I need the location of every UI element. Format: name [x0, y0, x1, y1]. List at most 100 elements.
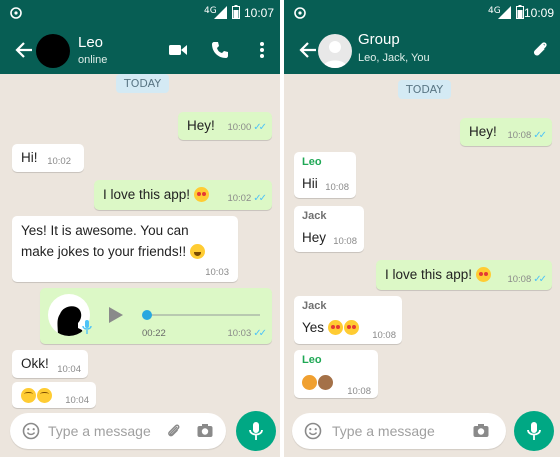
message-time: 10:00: [227, 122, 252, 133]
date-divider: TODAY: [116, 74, 170, 93]
phone-call-icon[interactable]: [210, 40, 230, 60]
smiling-emoji-icon: [21, 388, 36, 403]
voice-progress-thumb[interactable]: [142, 310, 152, 320]
mic-icon: [249, 422, 263, 440]
sender-name: Leo: [302, 156, 322, 168]
message-text-line1: Yes! It is awesome. You can: [21, 223, 189, 238]
chat-header: Leo online: [0, 26, 280, 74]
message-outgoing[interactable]: I love this app! 10:08 ✓✓: [376, 260, 552, 290]
voice-message[interactable]: 00:22 10:03 ✓✓: [40, 288, 272, 344]
read-ticks-icon: ✓✓: [253, 193, 267, 204]
message-incoming[interactable]: Jack Hey 10:08: [294, 206, 364, 252]
chat-header: Group Leo, Jack, You: [284, 26, 560, 74]
voice-progress-track[interactable]: [144, 314, 260, 316]
message-outgoing[interactable]: I love this app! 10:02 ✓✓: [94, 180, 272, 210]
play-icon[interactable]: [108, 306, 124, 324]
message-input-placeholder: Type a message: [48, 423, 151, 439]
group-avatar[interactable]: [318, 34, 352, 68]
message-text: Hey!: [187, 118, 215, 133]
mic-small-icon: [82, 320, 92, 334]
contact-avatar[interactable]: [36, 34, 70, 68]
status-time: 10:09: [523, 6, 554, 20]
message-text: Hi!: [21, 150, 38, 165]
left-phone-screen: 4G 10:07 Leo online TODAY Hey! 10:00 ✓✓ H…: [0, 0, 280, 457]
message-text: I love this app!: [103, 187, 191, 202]
message-input-placeholder: Type a message: [332, 423, 435, 439]
signal-icon: [214, 6, 227, 19]
message-outgoing[interactable]: Hey! 10:00 ✓✓: [178, 112, 272, 140]
read-ticks-icon: ✓✓: [533, 274, 547, 285]
message-time: 10:02: [47, 156, 71, 167]
message-incoming[interactable]: Leo Hii 10:08: [294, 152, 356, 198]
battery-icon: [232, 5, 240, 19]
message-input[interactable]: Type a message: [10, 413, 226, 449]
heart-eyes-emoji-icon: [193, 187, 209, 202]
read-ticks-icon: ✓✓: [533, 130, 547, 141]
paperclip-icon[interactable]: [530, 40, 550, 60]
message-text: Hey: [302, 230, 327, 245]
arrow-left-icon[interactable]: [298, 40, 318, 60]
message-incoming[interactable]: Leo 10:08: [294, 350, 378, 398]
message-time: 10:08: [325, 182, 349, 193]
message-text: Okk!: [21, 356, 49, 371]
message-time: 10:08: [507, 274, 532, 285]
emoji-icon[interactable]: [304, 422, 322, 440]
message-incoming[interactable]: Okk! 10:04: [12, 350, 88, 378]
message-time: 10:08: [333, 236, 357, 247]
voice-duration: 00:22: [142, 328, 166, 339]
video-call-icon[interactable]: [168, 40, 188, 60]
mic-button[interactable]: [514, 411, 554, 451]
emoji-icon[interactable]: [22, 422, 40, 440]
contact-status: online: [78, 54, 108, 66]
message-outgoing[interactable]: Hey! 10:08 ✓✓: [460, 118, 552, 146]
more-vert-icon[interactable]: [252, 40, 272, 60]
contact-name[interactable]: Leo: [78, 34, 103, 51]
arrow-left-icon[interactable]: [14, 40, 34, 60]
mic-icon: [527, 422, 541, 440]
message-text: Hey!: [469, 124, 497, 139]
battery-icon: [516, 5, 524, 19]
message-input[interactable]: Type a message: [292, 413, 506, 449]
composer: Type a message: [284, 405, 560, 457]
message-text-line2: make jokes to your friends!!: [21, 244, 187, 259]
person-silhouette-icon: [323, 41, 347, 68]
message-text: Yes: [302, 320, 325, 335]
group-name[interactable]: Group: [358, 31, 400, 48]
message-list[interactable]: TODAY Hey! 10:00 ✓✓ Hi! 10:02 I love this…: [0, 74, 280, 408]
heart-eyes-emoji-icon: [475, 267, 491, 282]
message-list[interactable]: TODAY Hey! 10:08 ✓✓ Leo Hii 10:08 Jack He…: [284, 74, 560, 405]
message-incoming[interactable]: Jack Yes 10:08: [294, 296, 402, 344]
message-text: I love this app!: [385, 267, 473, 282]
message-text: Hii: [302, 176, 318, 191]
right-phone-screen: 4G 10:09 Group Leo, Jack, You TODAY Hey!…: [284, 0, 560, 457]
status-time: 10:07: [243, 6, 274, 20]
sender-name: Leo: [302, 354, 322, 366]
message-time: 10:08: [372, 330, 396, 341]
sender-name: Jack: [302, 210, 327, 222]
message-time: 10:08: [347, 386, 371, 397]
message-time: 10:04: [57, 364, 81, 375]
date-divider: TODAY: [398, 80, 452, 99]
message-time: 10:08: [507, 130, 532, 141]
notification-icon: [10, 7, 22, 19]
camera-icon[interactable]: [196, 422, 214, 440]
message-incoming[interactable]: Hi! 10:02: [12, 144, 84, 172]
camera-icon[interactable]: [472, 422, 490, 440]
message-time: 10:03: [227, 328, 252, 339]
read-ticks-icon: ✓✓: [253, 122, 267, 133]
paperclip-icon[interactable]: [165, 422, 183, 440]
composer: Type a message: [0, 405, 280, 457]
sender-name: Jack: [302, 300, 327, 312]
message-time: 10:02: [227, 193, 252, 204]
message-incoming[interactable]: Yes! It is awesome. You can make jokes t…: [12, 216, 238, 282]
signal-icon: [498, 6, 511, 19]
read-ticks-icon: ✓✓: [253, 328, 267, 339]
cat-emoji-icon: [302, 375, 317, 390]
smiling-emoji-icon: [37, 388, 52, 403]
heart-eyes-emoji-icon: [327, 320, 343, 335]
status-bar: 4G 10:07: [0, 0, 280, 26]
notification-icon: [294, 7, 306, 19]
mic-button[interactable]: [236, 411, 276, 451]
laughing-emoji-icon: [189, 244, 205, 259]
heart-eyes-emoji-icon: [343, 320, 359, 335]
